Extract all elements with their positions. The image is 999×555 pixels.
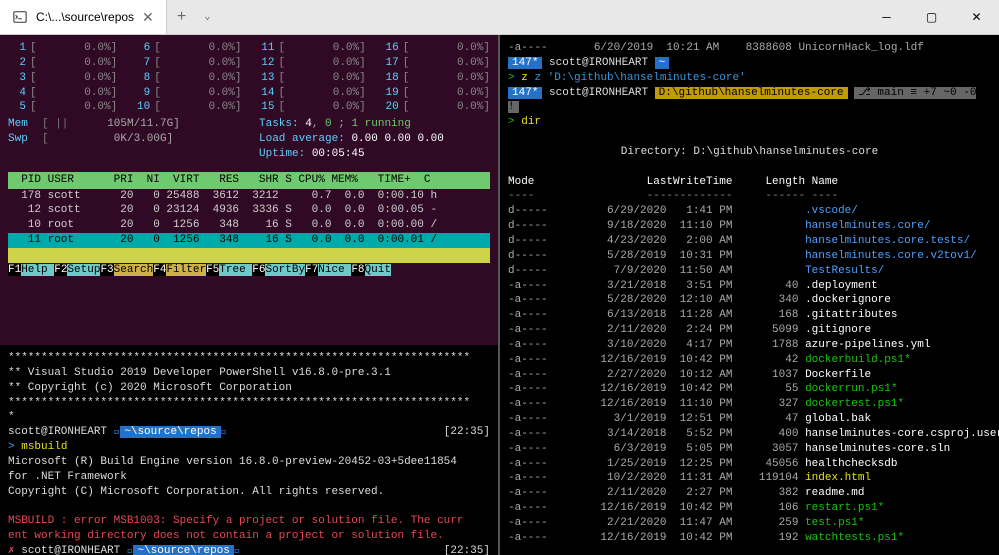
cpu-meter: 14[0.0%] xyxy=(257,86,366,101)
dir-command: dir xyxy=(521,116,541,128)
terminal-icon xyxy=(12,9,28,25)
cpu-meter: 16[0.0%] xyxy=(381,41,490,56)
right-pane[interactable]: -a---- 6/20/2019 10:21 AM 8388608 Unicor… xyxy=(500,35,999,555)
cpu-meter: 18[0.0%] xyxy=(381,71,490,86)
fn-key[interactable]: F1 xyxy=(8,264,21,276)
dir-row: d----- 6/29/2020 1:41 PM .vscode/ xyxy=(508,204,991,219)
fn-key[interactable]: F4 xyxy=(153,264,166,276)
tab-active[interactable]: C:\...\source\repos ✕ xyxy=(0,0,167,34)
powershell-pane[interactable]: ****************************************… xyxy=(0,345,498,555)
minimize-button[interactable]: ─ xyxy=(864,0,909,34)
cpu-meter: 4[0.0%] xyxy=(8,86,117,101)
tab-title: C:\...\source\repos xyxy=(36,10,134,24)
dir-row: -a---- 3/10/2020 4:17 PM 1788 azure-pipe… xyxy=(508,338,991,353)
dir-row: -a---- 2/27/2020 10:12 AM 1037 Dockerfil… xyxy=(508,368,991,383)
dir-row: -a---- 2/11/2020 2:24 PM 5099 .gitignore xyxy=(508,323,991,338)
fn-key[interactable]: F5 xyxy=(206,264,219,276)
dir-row: -a---- 1/25/2019 12:25 PM 45056 healthch… xyxy=(508,457,991,472)
tab-close-icon[interactable]: ✕ xyxy=(142,9,154,26)
dir-row: -a---- 12/16/2019 10:42 PM 42 dockerbuil… xyxy=(508,353,991,368)
cpu-meter: 7[0.0%] xyxy=(132,56,241,71)
cpu-meter: 8[0.0%] xyxy=(132,71,241,86)
dir-row: d----- 7/9/2020 11:50 AM TestResults/ xyxy=(508,264,991,279)
htop-pane[interactable]: 1[0.0%] 6[0.0%] 11[0.0%] 16[0.0%] 2[0.0%] 7[0… xyxy=(0,35,498,345)
cpu-meter: 2[0.0%] xyxy=(8,56,117,71)
command-input: msbuild xyxy=(21,441,67,453)
cpu-meter: 20[0.0%] xyxy=(381,100,490,115)
dir-row: -a---- 3/1/2019 12:51 PM 47 global.bak xyxy=(508,412,991,427)
dir-columns: Mode LastWriteTime Length Name xyxy=(508,175,991,190)
dir-row: -a---- 2/11/2020 2:27 PM 382 readme.md xyxy=(508,486,991,501)
dir-row: d----- 5/28/2019 10:31 PM hanselminutes.… xyxy=(508,249,991,264)
cpu-meter: 6[0.0%] xyxy=(132,41,241,56)
proc-row[interactable]: 10 root 20 0 1256 348 16 S 0.0 0.0 0:00.… xyxy=(8,218,490,233)
dir-row: -a---- 6/13/2018 11:28 AM 168 .gitattrib… xyxy=(508,308,991,323)
dir-row: -a---- 10/2/2020 11:31 AM 119104 index.h… xyxy=(508,471,991,486)
maximize-button[interactable]: ▢ xyxy=(909,0,954,34)
proc-row-selected[interactable]: 11 root 20 0 1256 348 16 S 0.0 0.0 0:00.… xyxy=(8,233,490,248)
mem-label: Mem xyxy=(8,117,36,132)
dir-row: d----- 9/18/2020 11:10 PM hanselminutes.… xyxy=(508,219,991,234)
proc-row[interactable]: 178 scott 20 0 25488 3612 3212 0.7 0.0 0… xyxy=(8,189,490,204)
swp-label: Swp xyxy=(8,132,36,147)
cpu-meter: 15[0.0%] xyxy=(257,100,366,115)
fn-key-bar: F1Help F2SetupF3SearchF4FilterF5Tree F6S… xyxy=(8,263,490,278)
title-bar: C:\...\source\repos ✕ + ⌄ ─ ▢ ✕ xyxy=(0,0,999,35)
cpu-meter: 19[0.0%] xyxy=(381,86,490,101)
proc-row[interactable]: 12 scott 20 0 23124 4936 3336 S 0.0 0.0 … xyxy=(8,203,490,218)
cpu-meter: 5[0.0%] xyxy=(8,100,117,115)
cpu-meter: 1[0.0%] xyxy=(8,41,117,56)
cpu-meter: 10[0.0%] xyxy=(132,100,241,115)
dir-row: -a---- 6/3/2019 5:05 PM 3057 hanselminut… xyxy=(508,442,991,457)
dir-row: -a---- 12/16/2019 10:42 PM 55 dockerrun.… xyxy=(508,382,991,397)
dir-row: -a---- 3/14/2018 5:52 PM 400 hanselminut… xyxy=(508,427,991,442)
tab-dropdown-icon[interactable]: ⌄ xyxy=(196,11,218,23)
close-window-button[interactable]: ✕ xyxy=(954,0,999,34)
cpu-meter: 17[0.0%] xyxy=(381,56,490,71)
dir-row: -a---- 12/16/2019 10:42 PM 192 watchtest… xyxy=(508,531,991,546)
fn-key[interactable]: F8 xyxy=(351,264,364,276)
dir-row: -a---- 3/21/2018 3:51 PM 40 .deployment xyxy=(508,279,991,294)
cpu-meter: 13[0.0%] xyxy=(257,71,366,86)
cpu-meter: 9[0.0%] xyxy=(132,86,241,101)
proc-header: PID USER PRI NI VIRT RES SHR S CPU% MEM%… xyxy=(8,172,490,189)
cpu-meter: 3[0.0%] xyxy=(8,71,117,86)
fn-key[interactable]: F6 xyxy=(252,264,265,276)
cpu-meter: 11[0.0%] xyxy=(257,41,366,56)
dir-row: -a---- 12/16/2019 11:10 PM 327 dockertes… xyxy=(508,397,991,412)
proc-row-hl2 xyxy=(8,248,490,263)
dir-row: -a---- 12/16/2019 10:42 PM 106 restart.p… xyxy=(508,501,991,516)
cpu-meter: 12[0.0%] xyxy=(257,56,366,71)
dir-row: -a---- 2/21/2020 11:47 AM 259 test.ps1* xyxy=(508,516,991,531)
dir-row: -a---- 5/28/2020 12:10 AM 340 .dockerign… xyxy=(508,293,991,308)
split-panes: 1[0.0%] 6[0.0%] 11[0.0%] 16[0.0%] 2[0.0%] 7[0… xyxy=(0,35,999,555)
add-tab-button[interactable]: + xyxy=(167,8,197,26)
fn-key[interactable]: F7 xyxy=(305,264,318,276)
fn-key[interactable]: F2 xyxy=(54,264,67,276)
fn-key[interactable]: F3 xyxy=(100,264,113,276)
error-message: MSBUILD : error MSB1003: Specify a proje… xyxy=(8,514,490,529)
dir-row: d----- 4/23/2020 2:00 AM hanselminutes.c… xyxy=(508,234,991,249)
